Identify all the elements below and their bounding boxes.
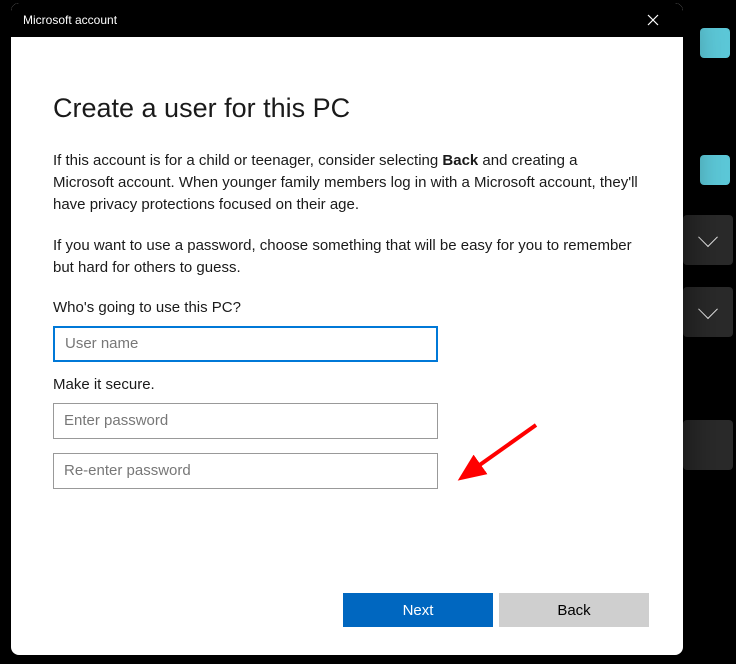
next-button[interactable]: Next (343, 593, 493, 627)
bg-tile (700, 155, 730, 185)
window-title: Microsoft account (23, 13, 117, 27)
titlebar: Microsoft account (11, 3, 683, 37)
close-icon (647, 14, 659, 26)
close-button[interactable] (631, 3, 675, 37)
bg-expand-row[interactable] (683, 215, 733, 265)
content-area: Create a user for this PC If this accoun… (11, 37, 683, 655)
footer-buttons: Next Back (343, 593, 649, 627)
chevron-down-icon (698, 227, 718, 247)
confirm-password-input[interactable] (53, 453, 438, 489)
intro-paragraph-1: If this account is for a child or teenag… (53, 150, 641, 215)
bg-row (683, 420, 733, 470)
back-button[interactable]: Back (499, 593, 649, 627)
username-input[interactable] (53, 326, 438, 362)
modal-window: Microsoft account Create a user for this… (11, 3, 683, 655)
bg-tile (700, 28, 730, 58)
intro-paragraph-2: If you want to use a password, choose so… (53, 235, 641, 279)
bold-text: Back (442, 152, 478, 169)
chevron-down-icon (698, 299, 718, 319)
password-section-label: Make it secure. (53, 376, 641, 393)
page-title: Create a user for this PC (53, 93, 641, 124)
password-input[interactable] (53, 403, 438, 439)
username-label: Who's going to use this PC? (53, 299, 641, 316)
bg-expand-row[interactable] (683, 287, 733, 337)
text: If this account is for a child or teenag… (53, 152, 442, 169)
annotation-arrow-icon (456, 417, 546, 487)
